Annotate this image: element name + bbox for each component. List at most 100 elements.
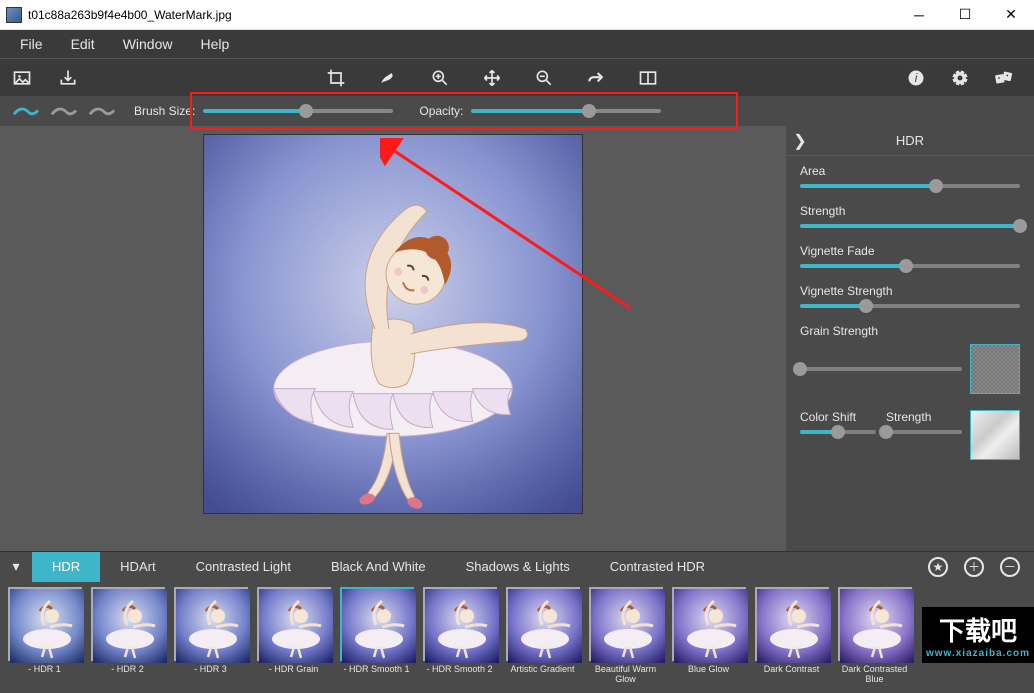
preset-thumb[interactable]: Dark Contrasted Blue bbox=[836, 587, 913, 685]
preset-thumb-image bbox=[672, 587, 746, 661]
preset-thumb-image bbox=[91, 587, 165, 661]
dice-random-icon[interactable] bbox=[992, 66, 1016, 90]
preset-thumb[interactable]: - HDR 2 bbox=[89, 587, 166, 685]
preset-thumb-image bbox=[340, 587, 414, 661]
brush-size-slider[interactable] bbox=[203, 109, 393, 113]
preset-thumb-label: - HDR Grain bbox=[269, 665, 319, 685]
category-tab-contrasted-hdr[interactable]: Contrasted HDR bbox=[590, 552, 725, 582]
zoom-in-icon[interactable] bbox=[428, 66, 452, 90]
preset-thumb-image bbox=[589, 587, 663, 661]
menu-window[interactable]: Window bbox=[109, 32, 187, 56]
panel-title: HDR bbox=[814, 133, 1006, 148]
canvas-zone[interactable] bbox=[0, 126, 786, 551]
save-icon[interactable] bbox=[56, 66, 80, 90]
category-tab-hdr[interactable]: HDR bbox=[32, 552, 100, 582]
strength-label: Strength bbox=[800, 204, 1020, 218]
preset-thumb-image bbox=[755, 587, 829, 661]
preset-thumb[interactable]: Artistic Gradient bbox=[504, 587, 581, 685]
preset-thumb-label: Dark Contrasted Blue bbox=[836, 665, 913, 685]
brush-mask-icon[interactable] bbox=[376, 66, 400, 90]
area-slider[interactable] bbox=[800, 184, 1020, 188]
color-shift-label: Color Shift bbox=[800, 410, 876, 424]
preset-thumb[interactable]: - HDR 3 bbox=[172, 587, 249, 685]
canvas-image bbox=[203, 134, 583, 514]
preset-thumb-label: Artistic Gradient bbox=[510, 665, 574, 685]
redo-icon[interactable] bbox=[584, 66, 608, 90]
preset-thumb-label: - HDR Smooth 1 bbox=[343, 665, 409, 685]
area-label: Area bbox=[800, 164, 1020, 178]
preset-thumb-label: - HDR Smooth 2 bbox=[426, 665, 492, 685]
vignette-fade-slider[interactable] bbox=[800, 264, 1020, 268]
color-strength-label: Strength bbox=[886, 410, 962, 424]
favorite-preset-icon[interactable]: ★ bbox=[928, 557, 948, 577]
right-panel: ❯ HDR Area Strength Vignette Fade Vignet… bbox=[786, 126, 1034, 551]
menubar: File Edit Window Help bbox=[0, 30, 1034, 58]
category-tab-hdart[interactable]: HDArt bbox=[100, 552, 175, 582]
preset-thumb[interactable]: Blue Glow bbox=[670, 587, 747, 685]
preset-thumb-label: Dark Contrast bbox=[764, 665, 820, 685]
preset-thumb[interactable]: - HDR Grain bbox=[255, 587, 332, 685]
preset-thumb[interactable]: - HDR Smooth 1 bbox=[338, 587, 415, 685]
category-tab-shadows-lights[interactable]: Shadows & Lights bbox=[446, 552, 590, 582]
main-area: ❯ HDR Area Strength Vignette Fade Vignet… bbox=[0, 126, 1034, 551]
strength-slider[interactable] bbox=[800, 224, 1020, 228]
window-title: t01c88a263b9f4e4b00_WaterMark.jpg bbox=[28, 8, 896, 22]
menu-edit[interactable]: Edit bbox=[57, 32, 109, 56]
compare-icon[interactable] bbox=[636, 66, 660, 90]
menu-file[interactable]: File bbox=[6, 32, 57, 56]
preset-thumb-label: Blue Glow bbox=[688, 665, 729, 685]
preset-thumb-image bbox=[8, 587, 82, 661]
brush-size-label: Brush Size: bbox=[134, 104, 195, 118]
preset-thumb-image bbox=[174, 587, 248, 661]
minimize-button[interactable]: ─ bbox=[896, 0, 942, 30]
info-icon[interactable]: i bbox=[904, 66, 928, 90]
preset-thumb-label: - HDR 1 bbox=[28, 665, 61, 685]
svg-text:i: i bbox=[915, 72, 918, 85]
preset-thumb[interactable]: Beautiful Warm Glow bbox=[587, 587, 664, 685]
badge-main: 下载吧 bbox=[939, 611, 1017, 648]
vignette-strength-slider[interactable] bbox=[800, 304, 1020, 308]
panel-collapse-icon[interactable]: ❯ bbox=[786, 127, 814, 155]
crop-icon[interactable] bbox=[324, 66, 348, 90]
close-button[interactable]: ✕ bbox=[988, 0, 1034, 30]
color-swatch[interactable] bbox=[970, 410, 1020, 460]
add-preset-icon[interactable]: ＋ bbox=[964, 557, 984, 577]
preset-thumb-image bbox=[838, 587, 912, 661]
preset-thumb[interactable]: - HDR Smooth 2 bbox=[421, 587, 498, 685]
preset-thumb-image bbox=[257, 587, 331, 661]
color-shift-slider[interactable] bbox=[800, 430, 876, 434]
menu-help[interactable]: Help bbox=[186, 32, 243, 56]
titlebar: t01c88a263b9f4e4b00_WaterMark.jpg ─ ☐ ✕ bbox=[0, 0, 1034, 30]
grain-strength-slider[interactable] bbox=[800, 367, 962, 371]
watermark-badge: 下载吧 www.xiazaiba.com bbox=[922, 607, 1034, 663]
grain-swatch[interactable] bbox=[970, 344, 1020, 394]
brush-tool-2-icon[interactable] bbox=[50, 103, 78, 119]
main-toolbar: i bbox=[0, 58, 1034, 96]
zoom-out-icon[interactable] bbox=[532, 66, 556, 90]
remove-preset-icon[interactable]: － bbox=[1000, 557, 1020, 577]
vignette-strength-label: Vignette Strength bbox=[800, 284, 1020, 298]
color-strength-slider[interactable] bbox=[886, 430, 962, 434]
vignette-fade-label: Vignette Fade bbox=[800, 244, 1020, 258]
preset-thumb-label: - HDR 2 bbox=[111, 665, 144, 685]
opacity-slider[interactable] bbox=[471, 109, 661, 113]
brush-tool-3-icon[interactable] bbox=[88, 103, 116, 119]
open-image-icon[interactable] bbox=[10, 66, 34, 90]
brush-tool-1-icon[interactable] bbox=[12, 103, 40, 119]
preset-thumb-label: Beautiful Warm Glow bbox=[587, 665, 664, 685]
move-icon[interactable] bbox=[480, 66, 504, 90]
grain-strength-label: Grain Strength bbox=[800, 324, 1020, 338]
preset-thumb-label: - HDR 3 bbox=[194, 665, 227, 685]
preset-categories: ▾ HDRHDArtContrasted LightBlack And Whit… bbox=[0, 551, 1034, 581]
category-tab-contrasted-light[interactable]: Contrasted Light bbox=[176, 552, 311, 582]
app-icon bbox=[6, 7, 22, 23]
categories-expand-icon[interactable]: ▾ bbox=[0, 552, 32, 582]
preset-thumb[interactable]: - HDR 1 bbox=[6, 587, 83, 685]
opacity-label: Opacity: bbox=[419, 104, 463, 118]
preset-thumb[interactable]: Dark Contrast bbox=[753, 587, 830, 685]
category-tab-black-and-white[interactable]: Black And White bbox=[311, 552, 446, 582]
preset-thumbnails: - HDR 1 - HDR 2 - HDR 3 - HDR Grain - HDR Sm… bbox=[0, 581, 1034, 693]
settings-icon[interactable] bbox=[948, 66, 972, 90]
preset-thumb-image bbox=[423, 587, 497, 661]
maximize-button[interactable]: ☐ bbox=[942, 0, 988, 30]
